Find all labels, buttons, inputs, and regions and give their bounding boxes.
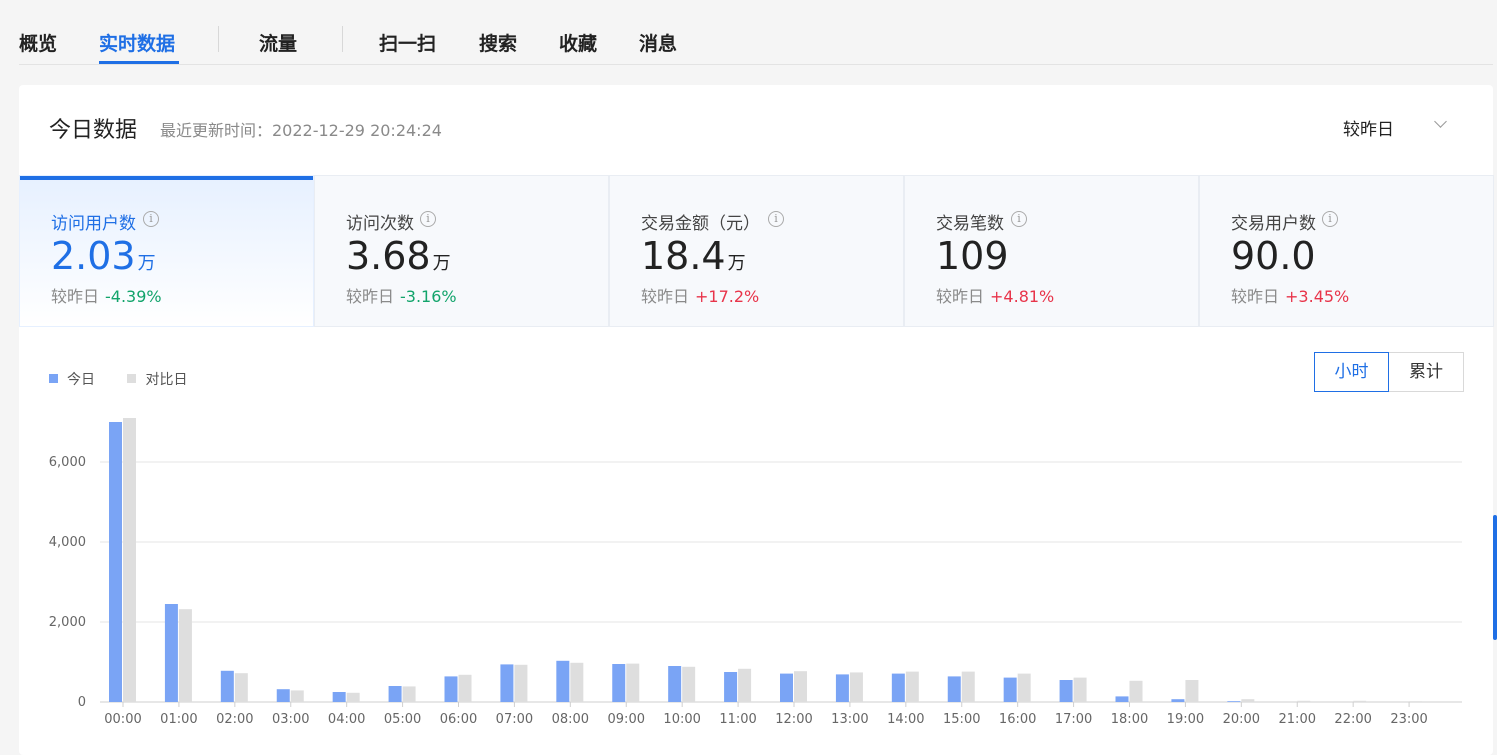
bar-today <box>1171 699 1185 702</box>
x-tick-label: 18:00 <box>1111 712 1148 727</box>
y-tick-label: 6,000 <box>49 455 86 470</box>
bar-compare <box>1241 699 1255 702</box>
y-tick-label: 0 <box>78 695 86 710</box>
bar-compare <box>1353 700 1367 702</box>
bar-today <box>891 673 905 702</box>
x-tick-label: 09:00 <box>608 712 645 727</box>
x-tick-label: 16:00 <box>999 712 1036 727</box>
bar-compare <box>234 673 248 702</box>
bar-today <box>612 664 626 702</box>
bar-compare <box>1129 680 1143 702</box>
x-tick-label: 07:00 <box>496 712 533 727</box>
bar-compare <box>1017 673 1031 702</box>
bar-today <box>276 689 290 702</box>
bar-compare <box>290 690 304 702</box>
x-tick-label: 20:00 <box>1223 712 1260 727</box>
bar-compare <box>626 663 640 702</box>
x-tick-label: 23:00 <box>1390 712 1427 727</box>
bar-compare <box>1409 701 1423 702</box>
bar-today <box>500 664 514 702</box>
bar-today <box>1059 680 1073 702</box>
bar-compare <box>178 609 192 702</box>
x-tick-label: 02:00 <box>216 712 253 727</box>
bar-today <box>947 676 961 702</box>
x-tick-label: 19:00 <box>1167 712 1204 727</box>
hourly-bar-chart: 0 2,000 4,000 6,000 00:00 01:00 02:00 03:00 04:0… <box>49 418 1462 727</box>
bar-compare <box>514 664 528 702</box>
bar-today <box>1003 677 1017 702</box>
bar-today <box>388 686 402 702</box>
bar-compare <box>738 668 752 702</box>
bar-compare <box>346 692 360 702</box>
x-tick-label: 13:00 <box>831 712 868 727</box>
bar-today <box>1115 696 1129 702</box>
x-tick-label: 05:00 <box>384 712 421 727</box>
bar-today <box>164 604 178 702</box>
page-scrollbar[interactable] <box>1493 515 1497 640</box>
bar-compare <box>1073 677 1087 702</box>
x-tick-label: 21:00 <box>1279 712 1316 727</box>
x-tick-label: 10:00 <box>663 712 700 727</box>
bar-today <box>780 673 793 702</box>
bar-today <box>109 422 122 702</box>
bar-compare <box>682 666 696 702</box>
bar-compare <box>1297 700 1311 702</box>
x-tick-label: 06:00 <box>440 712 477 727</box>
bar-compare <box>570 662 584 702</box>
bar-compare <box>794 671 807 702</box>
x-tick-label: 04:00 <box>328 712 365 727</box>
x-tick-label: 11:00 <box>719 712 756 727</box>
bar-today <box>220 670 234 702</box>
x-tick-label: 14:00 <box>887 712 924 727</box>
bar-today <box>724 672 738 702</box>
y-tick-label: 2,000 <box>49 615 86 630</box>
bar-compare <box>402 686 416 702</box>
bar-today <box>332 692 346 702</box>
x-tick-label: 08:00 <box>552 712 589 727</box>
x-tick-label: 22:00 <box>1334 712 1371 727</box>
bar-compare <box>961 671 975 702</box>
bar-compare <box>1185 680 1199 702</box>
x-tick-label: 17:00 <box>1055 712 1092 727</box>
x-tick-label: 00:00 <box>104 712 141 727</box>
bar-today <box>835 674 849 702</box>
bar-compare <box>123 418 136 702</box>
bar-today <box>444 676 458 702</box>
x-tick-label: 15:00 <box>943 712 980 727</box>
bar-compare <box>458 674 472 702</box>
bar-today <box>556 660 570 702</box>
x-tick-label: 01:00 <box>160 712 197 727</box>
x-tick-label: 12:00 <box>775 712 812 727</box>
bar-compare <box>849 672 863 702</box>
bar-today <box>668 666 682 702</box>
x-tick-label: 03:00 <box>272 712 309 727</box>
y-tick-label: 4,000 <box>49 535 86 550</box>
bar-compare <box>905 671 919 702</box>
bar-today <box>1227 701 1241 702</box>
